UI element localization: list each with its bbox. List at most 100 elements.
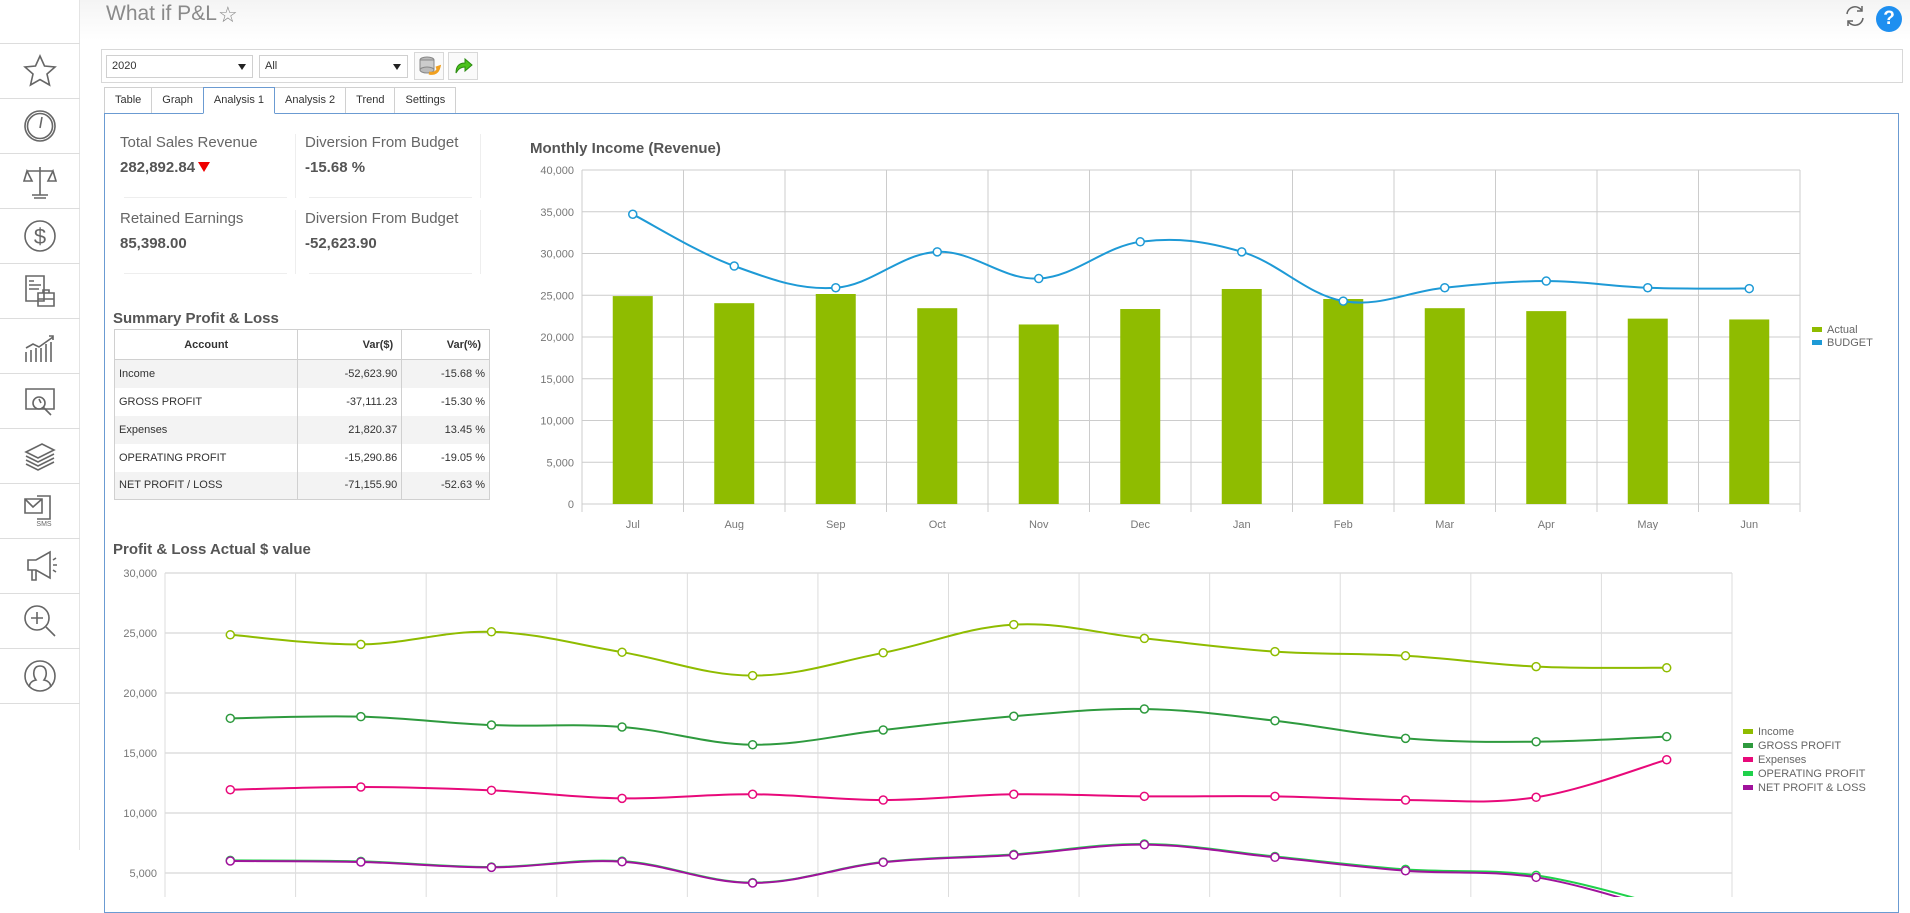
data-point[interactable]	[1009, 619, 1019, 630]
sidebar-item-dollar[interactable]: $	[0, 208, 80, 263]
data-point[interactable]	[225, 713, 236, 724]
budget-point-Mar[interactable]	[1440, 282, 1450, 293]
data-point[interactable]	[1270, 715, 1280, 726]
bar-actual-Nov[interactable]	[1018, 324, 1059, 504]
data-point[interactable]	[1400, 733, 1411, 744]
data-point[interactable]	[486, 785, 497, 796]
bar-actual-Apr[interactable]	[1526, 311, 1567, 504]
bar-actual-Dec[interactable]	[1120, 309, 1161, 504]
legend-label[interactable]: GROSS PROFIT	[1758, 740, 1841, 752]
data-point[interactable]	[878, 857, 888, 868]
budget-point-Nov[interactable]	[1034, 273, 1044, 284]
data-point[interactable]	[878, 725, 888, 735]
data-point[interactable]	[225, 630, 236, 640]
legend-label[interactable]: BUDGET	[1827, 337, 1873, 349]
refresh-icon[interactable]	[1842, 3, 1868, 29]
data-point[interactable]	[1139, 633, 1150, 644]
legend-label[interactable]: Income	[1758, 726, 1794, 738]
data-point[interactable]	[617, 856, 627, 867]
budget-point-Jun[interactable]	[1744, 283, 1754, 294]
legend-label[interactable]: OPERATING PROFIT	[1758, 768, 1866, 780]
tab-settings[interactable]: Settings	[394, 87, 457, 114]
data-point[interactable]	[1400, 795, 1411, 805]
sidebar-item-gauge[interactable]	[0, 98, 80, 153]
data-point[interactable]	[1400, 651, 1411, 661]
data-point[interactable]	[1009, 850, 1019, 860]
data-point[interactable]	[1270, 646, 1280, 657]
budget-point-Jul[interactable]	[628, 209, 638, 220]
year-select[interactable]: 2020	[106, 55, 253, 78]
data-point[interactable]	[356, 782, 366, 792]
sidebar-item-star[interactable]	[0, 43, 80, 98]
data-point[interactable]	[1661, 731, 1672, 742]
data-point[interactable]	[1531, 792, 1541, 803]
sidebar-item-report-briefcase[interactable]	[0, 263, 80, 318]
tab-table[interactable]: Table	[104, 87, 153, 114]
bar-actual-Jan[interactable]	[1221, 288, 1262, 504]
legend-label[interactable]: Actual	[1827, 324, 1858, 336]
data-point[interactable]	[486, 720, 497, 730]
data-point[interactable]	[1661, 663, 1672, 673]
sidebar-item-growth-chart[interactable]	[0, 318, 80, 373]
budget-point-May[interactable]	[1643, 282, 1653, 293]
data-point[interactable]	[1531, 736, 1541, 747]
tab-trend[interactable]: Trend	[345, 87, 396, 114]
data-point[interactable]	[1009, 789, 1019, 800]
bar-actual-Jul[interactable]	[612, 296, 653, 504]
data-point[interactable]	[1139, 839, 1150, 850]
data-point[interactable]	[486, 862, 497, 873]
data-point[interactable]	[356, 711, 366, 722]
data-point[interactable]	[617, 793, 627, 804]
go-button[interactable]	[448, 52, 478, 80]
data-point[interactable]	[1009, 711, 1019, 722]
filter-select[interactable]: All	[259, 55, 408, 78]
data-point[interactable]	[1139, 791, 1150, 802]
legend-label[interactable]: Expenses	[1758, 754, 1807, 766]
bar-actual-Sep[interactable]	[815, 293, 856, 504]
data-point[interactable]	[747, 739, 758, 750]
budget-point-Feb[interactable]	[1338, 296, 1348, 306]
budget-point-Dec[interactable]	[1135, 237, 1145, 247]
data-point[interactable]	[1531, 872, 1541, 883]
tab-analysis-1[interactable]: Analysis 1	[202, 87, 276, 114]
data-point[interactable]	[747, 878, 758, 888]
sidebar-item-user[interactable]	[0, 648, 80, 703]
data-point[interactable]	[747, 670, 758, 681]
bar-actual-May[interactable]	[1627, 318, 1668, 504]
data-point[interactable]	[486, 627, 497, 637]
help-icon[interactable]: ?	[1876, 6, 1902, 32]
bar-actual-Aug[interactable]	[714, 303, 755, 504]
data-point[interactable]	[617, 647, 627, 657]
database-refresh-button[interactable]	[414, 52, 444, 80]
budget-point-Sep[interactable]	[831, 282, 841, 293]
data-point[interactable]	[1139, 704, 1150, 714]
data-point[interactable]	[1661, 754, 1672, 765]
budget-point-Oct[interactable]	[932, 247, 942, 257]
data-point[interactable]	[1270, 791, 1280, 802]
bar-actual-Feb[interactable]	[1323, 299, 1364, 504]
sidebar-item-mail-sms[interactable]: SMS	[0, 483, 80, 538]
bar-actual-Oct[interactable]	[917, 308, 958, 504]
tab-graph[interactable]: Graph	[151, 87, 204, 114]
legend-label[interactable]: NET PROFIT & LOSS	[1758, 782, 1866, 794]
bar-actual-Mar[interactable]	[1424, 308, 1465, 504]
data-point[interactable]	[1531, 661, 1541, 672]
bar-actual-Jun[interactable]	[1729, 319, 1770, 504]
data-point[interactable]	[356, 639, 366, 650]
data-point[interactable]	[1400, 865, 1411, 876]
data-point[interactable]	[617, 722, 627, 732]
sidebar-item-stack[interactable]	[0, 428, 80, 483]
data-point[interactable]	[225, 784, 236, 795]
data-point[interactable]	[1270, 852, 1280, 863]
sidebar-item-monitor-search[interactable]	[0, 373, 80, 428]
budget-point-Aug[interactable]	[729, 261, 739, 271]
budget-point-Apr[interactable]	[1541, 276, 1551, 286]
favorite-star-icon[interactable]: ☆	[218, 2, 238, 28]
sidebar-item-megaphone[interactable]	[0, 538, 80, 593]
data-point[interactable]	[878, 795, 888, 805]
sidebar-item-scales[interactable]	[0, 153, 80, 208]
data-point[interactable]	[356, 857, 366, 867]
data-point[interactable]	[225, 856, 236, 866]
sidebar-item-zoom-in[interactable]	[0, 593, 80, 648]
data-point[interactable]	[878, 648, 888, 658]
